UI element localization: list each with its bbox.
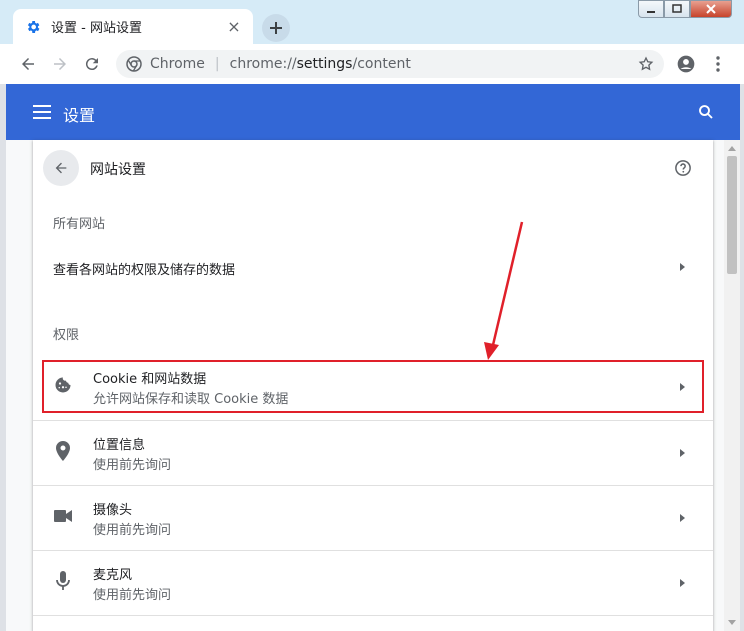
close-icon [706,4,716,14]
scrollbar-thumb[interactable] [727,156,737,274]
chevron-right-icon [680,449,685,457]
gear-icon [25,19,41,35]
tab-strip: 设置 - 网站设置 × [0,0,744,44]
site-name: Chrome [150,56,205,72]
microphone-icon [53,571,73,591]
new-tab-button[interactable] [262,14,290,42]
permission-title: Cookie 和网站数据 [93,372,207,387]
back-button[interactable] [43,150,79,186]
search-icon[interactable] [694,100,718,124]
permission-row-location[interactable]: 位置信息 使用前先询问 [33,420,713,484]
back-arrow-icon[interactable] [16,52,40,76]
maximize-icon [672,4,682,13]
url-scheme: chrome:// [229,56,297,72]
settings-header: 设置 [6,84,740,140]
window-close-button[interactable] [690,0,732,18]
profile-avatar-icon[interactable] [674,52,698,76]
tab-title: 设置 - 网站设置 [51,21,142,36]
forward-arrow-icon[interactable] [48,52,72,76]
page-title: 网站设置 [90,162,146,178]
window-controls [638,0,732,20]
bookmark-star-icon[interactable] [636,54,656,74]
all-sites-heading: 所有网站 [53,217,106,232]
chrome-logo-icon [126,56,142,72]
permissions-heading: 权限 [53,328,80,343]
address-bar[interactable]: Chrome | chrome://settings/content [116,50,664,78]
chevron-right-icon [680,263,685,271]
list-divider [33,615,713,616]
site-settings-card: 网站设置 所有网站 查看各网站的权限及储存的数据 权限 Cookie 和网站数据… [33,140,713,631]
chevron-right-icon [680,383,685,391]
maximize-button[interactable] [664,0,690,18]
settings-content: 网站设置 所有网站 查看各网站的权限及储存的数据 权限 Cookie 和网站数据… [6,140,740,631]
tab-close-icon[interactable]: × [225,17,243,36]
permission-title: 麦克风 [93,568,133,583]
permission-row-microphone[interactable]: 麦克风 使用前先询问 [33,550,713,614]
minimize-button[interactable] [638,0,664,18]
permission-row-cookies[interactable]: Cookie 和网站数据 允许网站保存和读取 Cookie 数据 [33,355,713,419]
cookie-icon [53,375,73,395]
permission-subtitle: 使用前先询问 [93,588,172,603]
minimize-icon [647,11,655,13]
scroll-up-icon[interactable] [728,146,736,151]
permission-subtitle: 允许网站保存和读取 Cookie 数据 [93,392,289,407]
browser-toolbar: Chrome | chrome://settings/content [0,44,744,84]
permission-subtitle: 使用前先询问 [93,458,172,473]
permission-row-camera[interactable]: 摄像头 使用前先询问 [33,485,713,549]
scrollbar[interactable] [724,140,740,631]
permission-title: 摄像头 [93,503,133,518]
more-vert-icon[interactable] [706,52,730,76]
all-sites-row[interactable]: 查看各网站的权限及储存的数据 [33,240,713,294]
header-title: 设置 [63,106,96,125]
plus-icon [270,22,282,34]
permission-subtitle: 使用前先询问 [93,523,172,538]
permission-title: 位置信息 [93,438,146,453]
back-arrow-icon [55,162,67,174]
help-icon[interactable] [673,158,693,178]
url-path: /content [352,56,411,72]
location-pin-icon [53,441,73,461]
camera-icon [53,506,73,526]
scroll-down-icon[interactable] [728,620,736,625]
url-host: settings [296,56,353,72]
url-text: chrome://settings/content [230,56,411,72]
chevron-right-icon [680,579,685,587]
chevron-right-icon [680,514,685,522]
reload-icon[interactable] [80,52,104,76]
tab-settings[interactable]: 设置 - 网站设置 × [13,9,253,44]
url-separator: | [214,56,220,72]
hamburger-menu-icon[interactable] [30,100,54,124]
all-sites-link[interactable]: 查看各网站的权限及储存的数据 [53,259,235,278]
